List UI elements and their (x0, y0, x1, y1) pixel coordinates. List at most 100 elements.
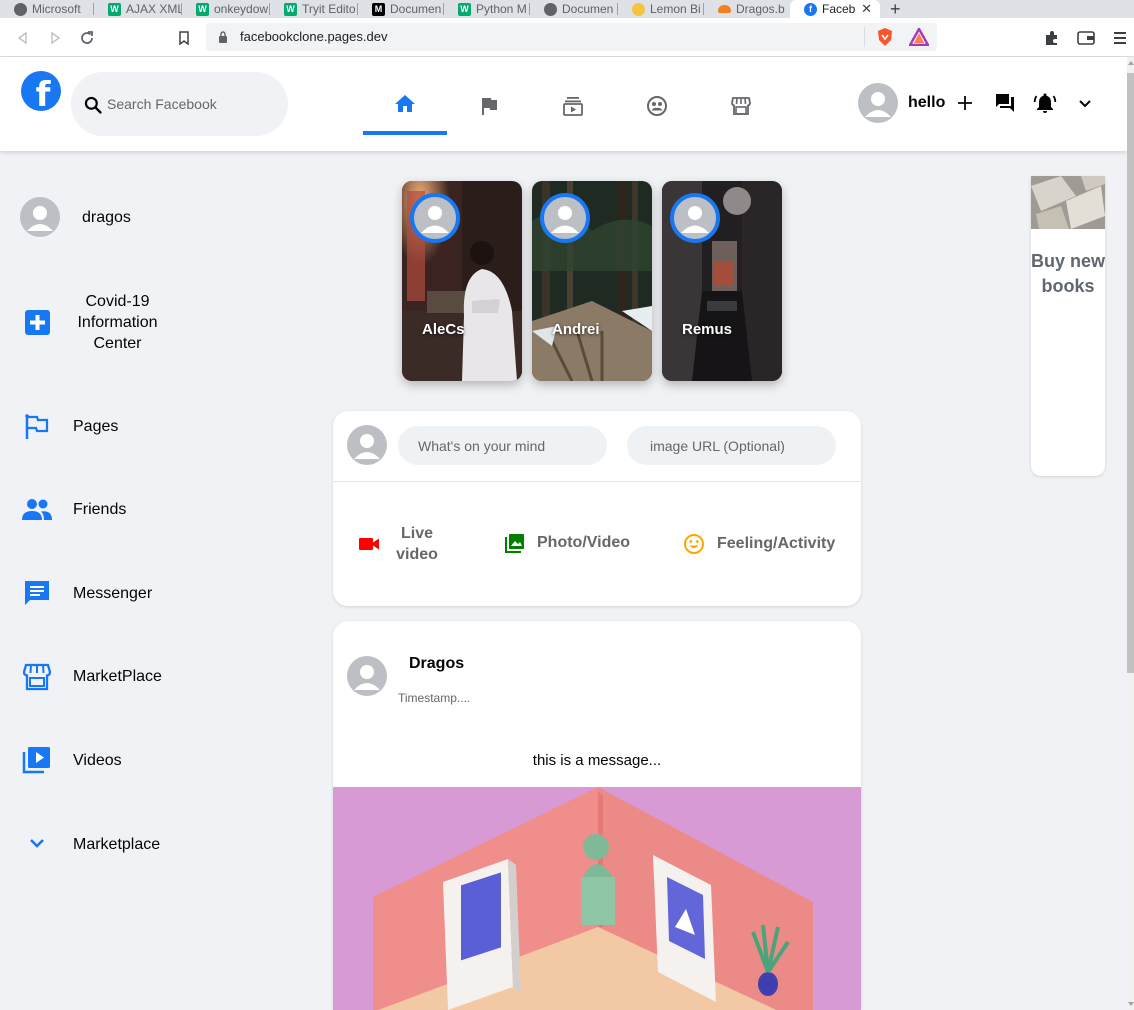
header-user-name[interactable]: hello (908, 94, 945, 112)
browser-tab-title: onkeydow (214, 2, 269, 16)
close-icon[interactable]: ✕ (861, 1, 872, 17)
globe-icon (14, 2, 27, 16)
sidebar-item-label[interactable]: Friends (73, 501, 126, 519)
post-author[interactable]: Dragos (409, 655, 464, 673)
browser-tab[interactable]: Microsoft (0, 0, 94, 18)
nav-watch[interactable] (531, 77, 615, 135)
sidebar-item-label[interactable]: Pages (73, 418, 118, 436)
browser-tab-title: Documen (562, 2, 614, 16)
emoji-flags-icon (25, 414, 49, 439)
story-card[interactable]: Remus (662, 181, 782, 381)
page-scrollbar[interactable] (1127, 57, 1134, 1010)
post-composer: Live video Photo/Video Feeling/Activity (333, 411, 861, 606)
sidebar-item-pages[interactable] (20, 413, 54, 441)
browser-tab-title: Microsoft (32, 2, 81, 16)
browser-tab[interactable]: Lemon Bi (618, 0, 704, 18)
sidebar-item-label[interactable]: Messenger (73, 585, 152, 603)
search-box (71, 72, 288, 136)
sidebar-item-label[interactable]: dragos (82, 209, 131, 227)
browser-tab[interactable]: Documen (530, 0, 618, 18)
sidebar-item-more[interactable] (20, 831, 54, 859)
create-button[interactable] (955, 83, 975, 123)
feeling-activity-option[interactable]: Feeling/Activity (683, 533, 835, 555)
subscriptions-icon (563, 97, 583, 116)
bulb-icon (632, 2, 645, 16)
sidebar-item-label[interactable]: Covid-19 Information Center (70, 291, 165, 354)
account-menu-button[interactable] (1075, 83, 1095, 123)
sidebar-item-covid[interactable] (20, 309, 54, 337)
avatar[interactable] (347, 656, 387, 696)
sidebar-item-profile[interactable] (20, 197, 60, 237)
forward-button[interactable] (45, 28, 65, 48)
browser-tab-active[interactable]: f Faceb ✕ (790, 0, 880, 18)
nav-home[interactable] (363, 77, 447, 135)
person-icon (681, 206, 709, 233)
nav-marketplace[interactable] (699, 77, 783, 135)
reload-button[interactable] (77, 28, 97, 48)
browser-tab-title: Python M (476, 2, 527, 16)
browser-tab[interactable]: W Tryit Edito (270, 0, 358, 18)
person-icon (354, 665, 380, 690)
wallet-button[interactable] (1076, 28, 1096, 48)
browser-tab-title: Documen (390, 2, 442, 16)
storefront-icon (731, 97, 751, 115)
post-image (333, 787, 861, 1010)
image-url-input[interactable] (627, 426, 836, 465)
w3-icon: W (196, 2, 209, 16)
storefront-icon (22, 663, 52, 691)
globe-icon (544, 2, 557, 16)
browser-tab[interactable]: M Documen (358, 0, 444, 18)
person-icon (421, 206, 449, 233)
sidebar-item-messenger[interactable] (20, 579, 54, 607)
story-avatar (410, 193, 460, 243)
browser-tab-title: Faceb (822, 2, 856, 16)
nav-groups[interactable] (615, 77, 699, 135)
facebook-logo[interactable]: f (21, 71, 61, 111)
video-library-icon (22, 747, 50, 774)
notifications-button[interactable] (1033, 83, 1057, 123)
home-icon (395, 95, 415, 112)
header-avatar[interactable] (858, 83, 898, 123)
people-icon (22, 499, 52, 520)
browser-tab-title: AJAX XML (126, 2, 182, 16)
search-input[interactable] (107, 94, 277, 114)
person-icon (865, 92, 891, 117)
lock-icon (219, 31, 227, 43)
ad-card[interactable]: Buy new books (1031, 176, 1105, 476)
forum-icon (996, 94, 1014, 112)
url-text: facebookclone.pages.dev (240, 29, 388, 44)
scrollbar-thumb[interactable] (1127, 73, 1134, 673)
address-bar[interactable]: facebookclone.pages.dev (206, 23, 937, 51)
sidebar-item-label[interactable]: Videos (73, 752, 122, 770)
sidebar-item-videos[interactable] (20, 746, 54, 774)
messenger-button[interactable] (993, 83, 1017, 123)
nav-pages[interactable] (447, 77, 531, 135)
facebook-header: f hello (0, 57, 1127, 151)
extensions-button[interactable] (1042, 28, 1062, 48)
bookmark-button[interactable] (174, 28, 194, 48)
sidebar-item-label[interactable]: MarketPlace (73, 668, 162, 686)
live-video-option[interactable]: Live video (358, 523, 442, 565)
story-card[interactable]: Andrei (532, 181, 652, 381)
photo-video-option[interactable]: Photo/Video (505, 533, 630, 553)
browser-tab[interactable]: W onkeydow (182, 0, 270, 18)
story-card[interactable]: AleCs (402, 181, 522, 381)
story-name: Remus (682, 321, 733, 338)
ad-image (1031, 176, 1105, 229)
menu-button[interactable] (1110, 28, 1130, 48)
message-input[interactable] (398, 426, 607, 465)
new-tab-button[interactable]: + (890, 0, 901, 18)
groups-icon (647, 96, 667, 116)
browser-tab[interactable]: W AJAX XML (94, 0, 182, 18)
chat-icon (25, 581, 49, 605)
reload-icon (81, 31, 93, 44)
sidebar-item-friends[interactable] (20, 496, 54, 524)
sidebar-item-label[interactable]: Marketplace (73, 836, 160, 854)
brave-shield-icon[interactable] (876, 27, 894, 47)
back-button[interactable] (13, 28, 33, 48)
browser-tab[interactable]: Dragos.b (704, 0, 790, 18)
post-message: this is a message... (532, 752, 662, 769)
brave-rewards-icon[interactable] (909, 28, 929, 46)
browser-tab[interactable]: W Python M (444, 0, 530, 18)
sidebar-item-marketplace[interactable] (20, 663, 54, 691)
